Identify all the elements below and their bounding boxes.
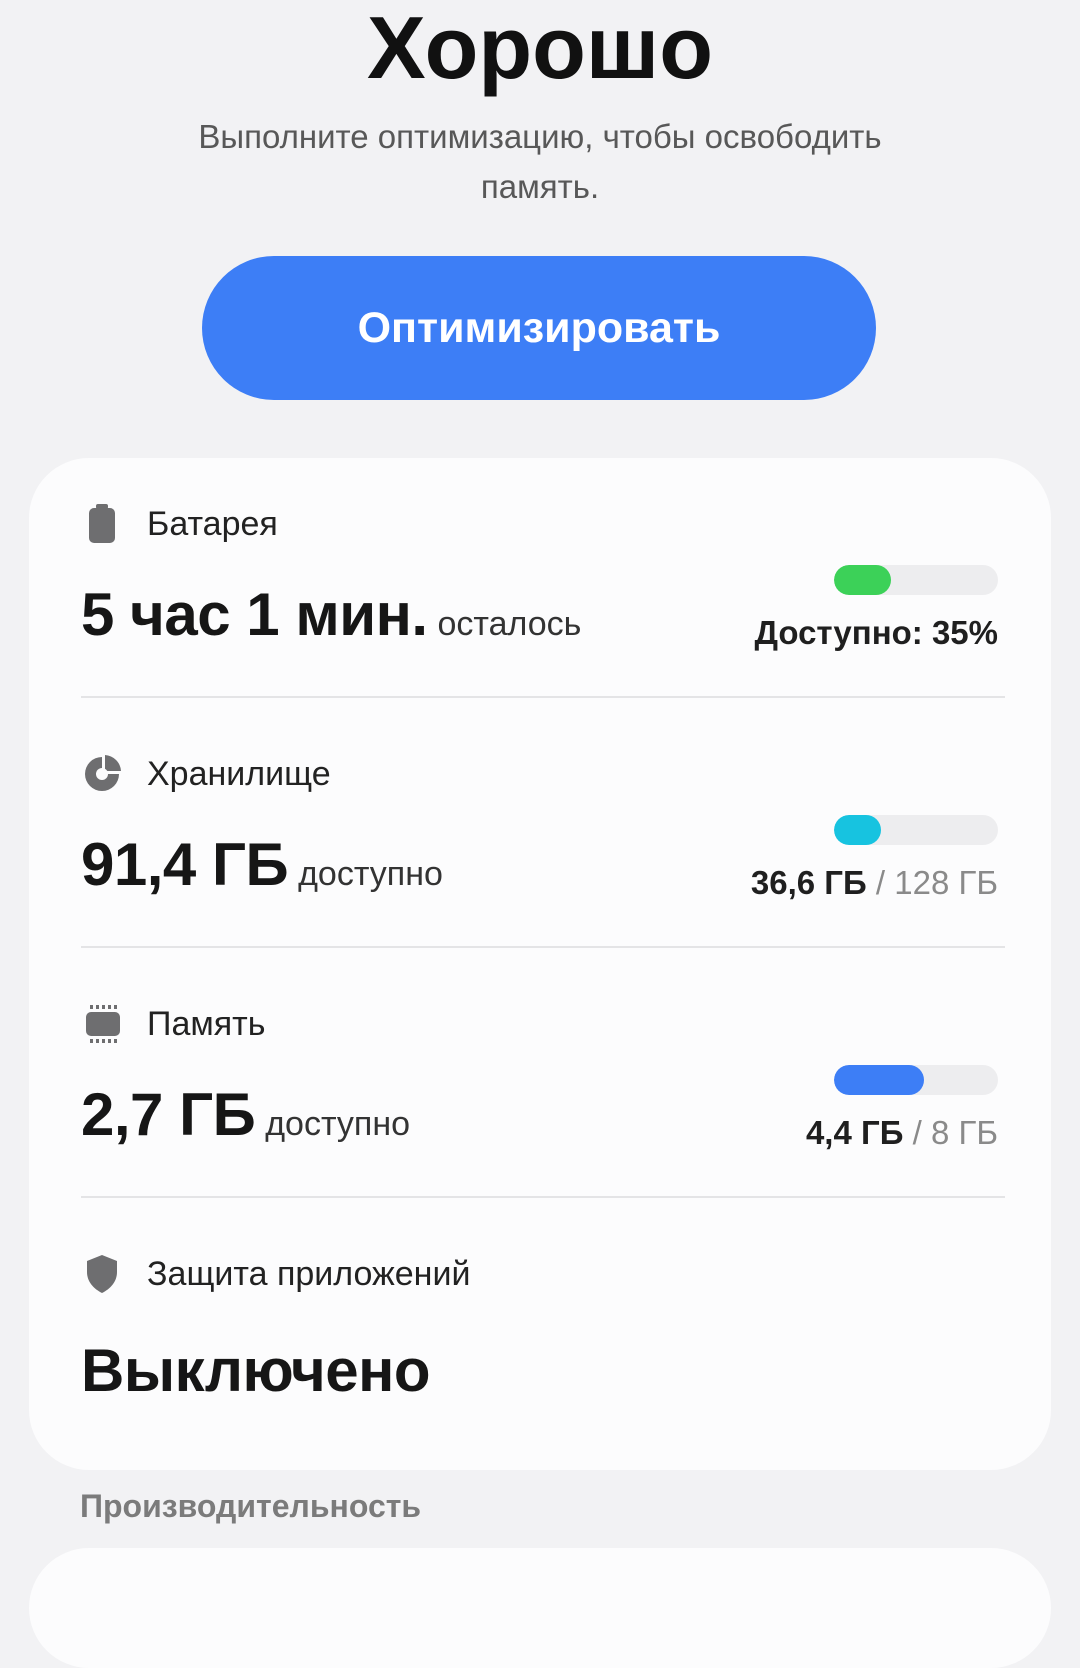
storage-section[interactable]: Хранилище 91,4 ГБ доступно 36,6 ГБ / 128… — [29, 708, 1051, 962]
status-description: Выполните оптимизацию, чтобы освободить … — [198, 118, 882, 205]
memory-usage-bar — [834, 1065, 998, 1095]
storage-usage-caption: 36,6 ГБ / 128 ГБ — [751, 864, 998, 902]
memory-label: Память — [147, 1004, 266, 1043]
storage-usage-fill — [834, 815, 881, 845]
memory-usage-fill — [834, 1065, 925, 1095]
divider — [81, 696, 1005, 698]
storage-total: 128 ГБ — [894, 864, 998, 901]
storage-separator: / — [875, 864, 886, 901]
battery-label: Батарея — [147, 504, 278, 543]
divider — [81, 1196, 1005, 1198]
memory-usage-caption: 4,4 ГБ / 8 ГБ — [806, 1114, 998, 1152]
memory-chip-icon — [81, 1003, 123, 1045]
memory-free-value: 2,7 ГБ — [81, 1081, 256, 1148]
optimize-button[interactable]: Оптимизировать — [202, 256, 876, 400]
storage-used: 36,6 ГБ — [750, 864, 867, 901]
app-protection-status: Выключено — [81, 1337, 431, 1404]
performance-header: Производительность — [80, 1488, 422, 1524]
battery-available-text: Доступно: 35% — [754, 614, 998, 651]
battery-icon — [81, 503, 123, 545]
battery-level-bar — [834, 565, 998, 595]
divider — [81, 946, 1005, 948]
battery-time-suffix: осталось — [437, 605, 582, 643]
device-care-card: Батарея 5 час 1 мин. осталось Доступно: … — [29, 458, 1051, 1470]
storage-free-value: 91,4 ГБ — [81, 831, 289, 898]
battery-available: Доступно: 35% — [754, 614, 998, 652]
pie-chart-icon — [81, 753, 123, 795]
memory-total: 8 ГБ — [930, 1114, 998, 1151]
storage-free-suffix: доступно — [298, 855, 443, 893]
storage-usage-bar — [834, 815, 998, 845]
performance-card[interactable] — [29, 1548, 1051, 1668]
memory-section[interactable]: Память 2,7 ГБ доступно 4,4 ГБ / 8 ГБ — [29, 958, 1051, 1212]
battery-section[interactable]: Батарея 5 час 1 мин. осталось Доступно: … — [29, 458, 1051, 712]
memory-separator: / — [912, 1114, 922, 1151]
app-protection-section[interactable]: Защита приложений Выключено — [29, 1208, 1051, 1462]
app-protection-label: Защита приложений — [147, 1254, 471, 1293]
storage-label: Хранилище — [147, 754, 331, 793]
status-title: Хорошо — [367, 0, 713, 97]
battery-time-value: 5 час 1 мин. — [81, 581, 428, 648]
battery-level-fill — [834, 565, 892, 595]
shield-icon — [81, 1253, 123, 1295]
memory-free-suffix: доступно — [265, 1105, 411, 1143]
memory-used: 4,4 ГБ — [805, 1114, 904, 1151]
